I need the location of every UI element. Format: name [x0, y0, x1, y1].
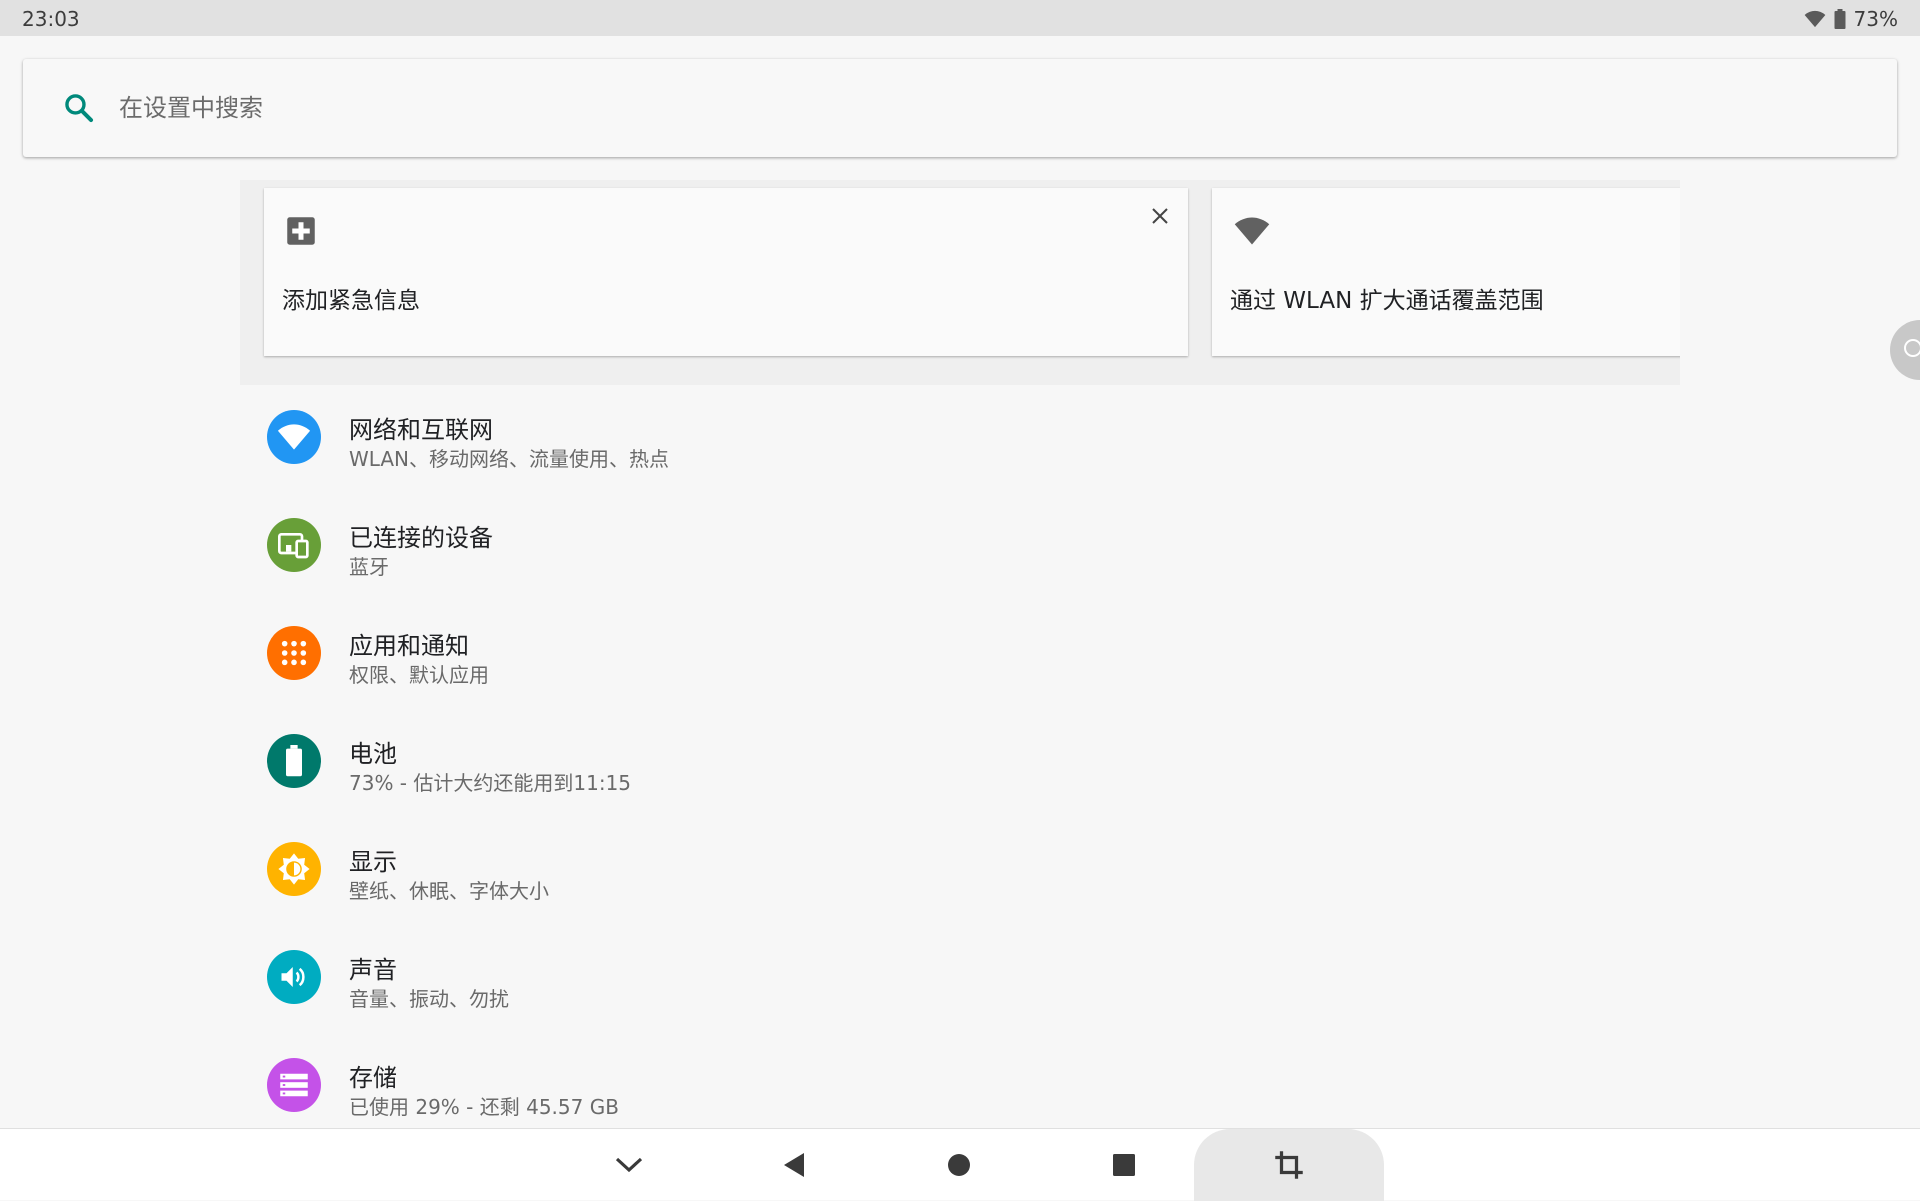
suggestion-card-emergency-info[interactable]: 添加紧急信息 [264, 188, 1188, 356]
settings-item-network[interactable]: 网络和互联网 WLAN、移动网络、流量使用、热点 [240, 387, 1680, 495]
suggestions-area: 添加紧急信息 通过 WLAN 扩大通话覆盖范围 [240, 180, 1680, 385]
search-input[interactable] [119, 87, 1719, 129]
brightness-icon [267, 842, 321, 896]
battery-percent: 73% [1853, 7, 1898, 31]
suggestion-title: 添加紧急信息 [282, 288, 420, 314]
item-title: 网络和互联网 [349, 416, 493, 444]
suggestion-card-wifi-calling[interactable]: 通过 WLAN 扩大通话覆盖范围 [1212, 188, 1680, 356]
search-icon [62, 91, 96, 129]
back-icon[interactable] [749, 1129, 839, 1201]
home-icon[interactable] [914, 1129, 1004, 1201]
item-title: 已连接的设备 [349, 524, 493, 552]
close-icon[interactable] [1146, 202, 1174, 230]
item-title: 显示 [349, 848, 397, 876]
devices-icon [267, 518, 321, 572]
status-icons: 73% [1804, 7, 1898, 31]
item-title: 应用和通知 [349, 632, 469, 660]
wifi-icon [267, 410, 321, 464]
chevron-down-icon[interactable] [584, 1129, 674, 1201]
item-title: 电池 [349, 740, 397, 768]
item-summary: 壁纸、休眠、字体大小 [349, 879, 549, 903]
wifi-signal-icon [1804, 10, 1826, 28]
volume-icon [267, 950, 321, 1004]
settings-item-display[interactable]: 显示 壁纸、休眠、字体大小 [240, 819, 1680, 927]
settings-list: 网络和互联网 WLAN、移动网络、流量使用、热点 已连接的设备 蓝牙 应用和通知… [240, 387, 1680, 1143]
item-title: 存储 [349, 1064, 397, 1092]
item-summary: 权限、默认应用 [349, 663, 489, 687]
apps-icon [267, 626, 321, 680]
status-time: 23:03 [22, 7, 80, 31]
item-summary: 已使用 29% - 还剩 45.57 GB [349, 1095, 619, 1119]
settings-item-sound[interactable]: 声音 音量、振动、勿扰 [240, 927, 1680, 1035]
battery-icon [267, 734, 321, 788]
recents-icon[interactable] [1079, 1129, 1169, 1201]
search-bar[interactable] [23, 59, 1897, 157]
item-title: 声音 [349, 956, 397, 984]
floating-edge-handle[interactable] [1890, 320, 1920, 380]
settings-item-storage[interactable]: 存储 已使用 29% - 还剩 45.57 GB [240, 1035, 1680, 1143]
assistant-icon [1902, 337, 1920, 363]
medical-plus-icon [286, 216, 316, 250]
item-summary: WLAN、移动网络、流量使用、热点 [349, 447, 670, 471]
settings-item-connected-devices[interactable]: 已连接的设备 蓝牙 [240, 495, 1680, 603]
wifi-icon [1234, 216, 1270, 250]
navigation-bar [0, 1128, 1920, 1201]
crop-icon[interactable] [1194, 1129, 1384, 1201]
status-bar: 23:03 73% [0, 0, 1920, 36]
settings-item-apps[interactable]: 应用和通知 权限、默认应用 [240, 603, 1680, 711]
item-summary: 音量、振动、勿扰 [349, 987, 509, 1011]
storage-icon [267, 1058, 321, 1112]
item-summary: 73% - 估计大约还能用到11:15 [349, 771, 632, 795]
item-summary: 蓝牙 [349, 555, 389, 579]
battery-icon [1834, 9, 1846, 29]
suggestion-title: 通过 WLAN 扩大通话覆盖范围 [1230, 288, 1544, 314]
settings-item-battery[interactable]: 电池 73% - 估计大约还能用到11:15 [240, 711, 1680, 819]
